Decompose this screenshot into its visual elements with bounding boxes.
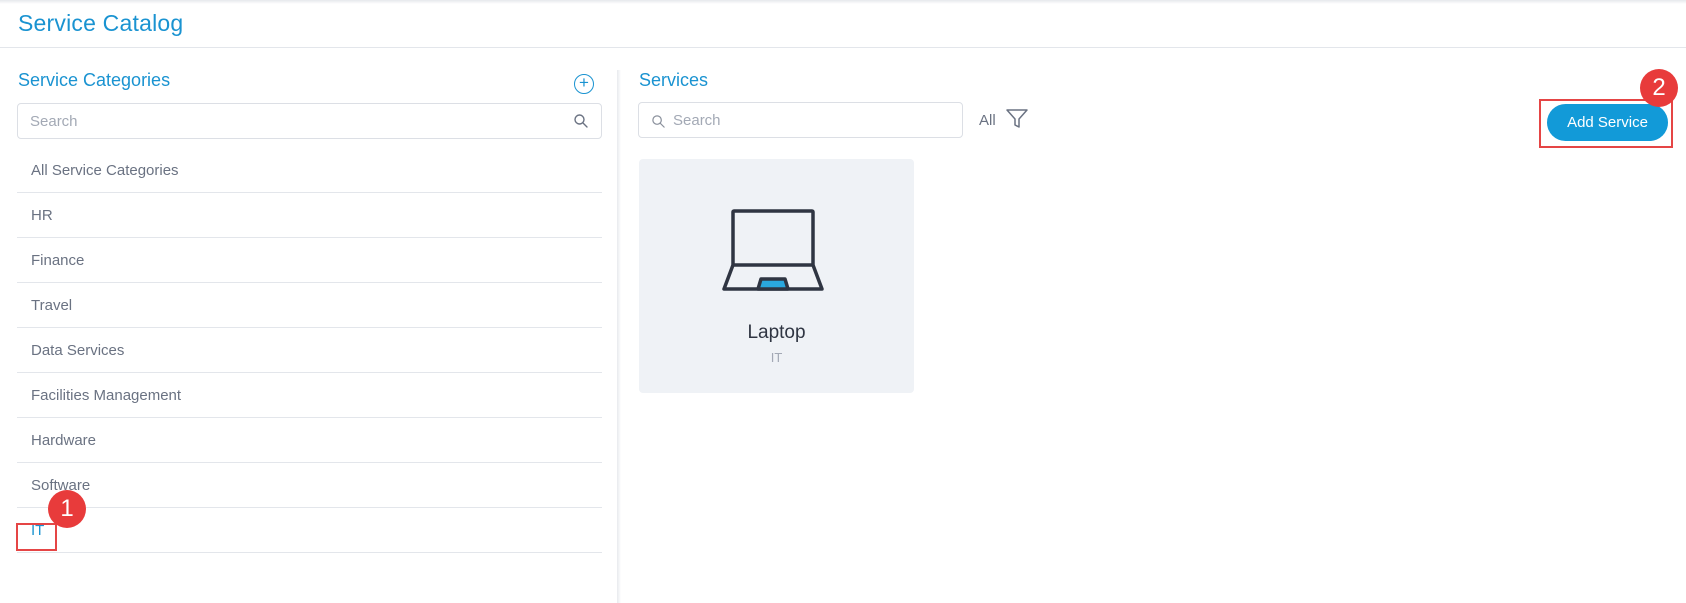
category-label: HR [31,207,53,224]
service-search-box [638,102,963,138]
category-item-all[interactable]: All Service Categories [17,148,602,193]
search-icon [652,115,665,128]
filter-icon[interactable] [1005,108,1029,130]
service-search-input[interactable] [639,103,939,137]
search-icon[interactable] [573,113,589,129]
add-category-button[interactable]: + [574,74,594,94]
category-item-travel[interactable]: Travel [17,283,602,328]
category-item-facilities-management[interactable]: Facilities Management [17,373,602,418]
category-label: Hardware [31,432,97,449]
category-item-data-services[interactable]: Data Services [17,328,602,373]
category-search-input[interactable] [18,104,558,138]
category-item-software[interactable]: Software [17,463,602,508]
category-item-finance[interactable]: Finance [17,238,602,283]
categories-panel: Service Categories + All Service Categor… [0,48,617,603]
laptop-icon [722,209,824,291]
services-panel: Services All Laptop IT [621,48,1686,603]
highlight-box [16,523,57,551]
category-item-it[interactable]: IT [16,508,602,553]
category-label: Data Services [31,342,125,359]
plus-icon: + [579,73,589,92]
category-label: Travel [31,297,73,314]
filter-label[interactable]: All [979,112,996,129]
service-category: IT [770,350,783,365]
category-search-box [17,103,602,139]
page-header: Service Catalog [0,0,1686,48]
service-name: Laptop [747,322,806,343]
category-label: Facilities Management [31,387,182,404]
category-item-hr[interactable]: HR [17,193,602,238]
service-card-laptop[interactable]: Laptop IT [639,159,914,393]
category-item-hardware[interactable]: Hardware [17,418,602,463]
annotation-badge-2: 2 [1640,69,1678,107]
services-title: Services [639,70,709,90]
add-service-button[interactable]: Add Service [1547,104,1668,141]
annotation-badge-1: 1 [48,490,86,528]
category-label: All Service Categories [31,162,179,179]
category-list: All Service Categories HR Finance Travel… [16,148,602,553]
category-label: Finance [31,252,85,269]
page-title: Service Catalog [18,10,184,36]
categories-title: Service Categories [18,70,171,90]
